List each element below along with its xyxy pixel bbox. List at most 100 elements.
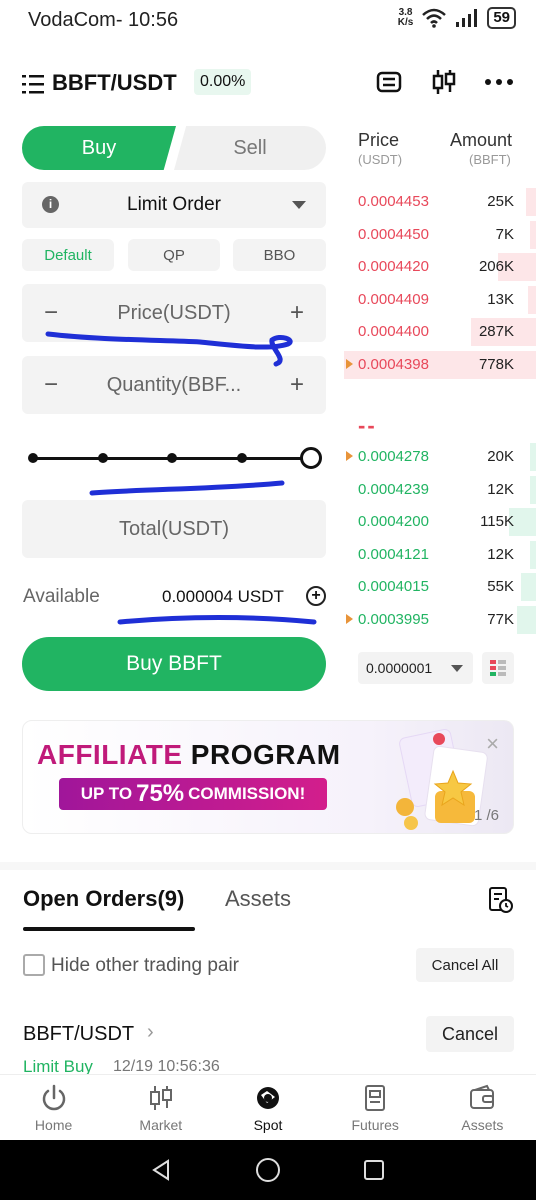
ask-price[interactable]: 0.0004453 (358, 193, 429, 210)
cancel-all-button[interactable]: Cancel All (416, 948, 514, 982)
mode-default-button[interactable]: Default (22, 239, 114, 271)
bid-price[interactable]: 0.0004239 (358, 481, 429, 498)
tick-size-select[interactable]: 0.0000001 (358, 652, 473, 684)
back-icon[interactable] (150, 1158, 174, 1182)
add-funds-icon[interactable]: + (306, 586, 326, 606)
info-icon[interactable]: i (42, 196, 59, 213)
bid-row[interactable]: 0.0004121 12K (344, 539, 536, 571)
pen-annotation-3 (117, 615, 317, 625)
recents-icon[interactable] (362, 1158, 386, 1182)
banner-title: AFFILIATE PROGRAM (37, 739, 341, 770)
nav-futures[interactable]: Futures (322, 1075, 429, 1140)
quantity-increment-button[interactable]: + (290, 371, 304, 399)
banner-page-indicator: 1 /6 (473, 807, 499, 824)
banner-commission-pill: UP TO 75% COMMISSION! (59, 778, 327, 810)
nav-assets[interactable]: Assets (429, 1075, 536, 1140)
ask-price[interactable]: 0.0004398 (358, 356, 429, 373)
ask-row[interactable]: 0.0004450 7K (344, 219, 536, 251)
chevron-right-icon[interactable]: › (147, 1021, 154, 1044)
pen-annotation-1 (45, 331, 293, 367)
bid-price[interactable]: 0.0004121 (358, 546, 429, 563)
ask-price[interactable]: 0.0004420 (358, 258, 429, 275)
bid-row[interactable]: 0.0004239 12K (344, 474, 536, 506)
orderbook-price-header: Price (358, 130, 400, 150)
bid-depth-bar (520, 573, 536, 602)
tab-open-orders[interactable]: Open Orders(9) (23, 886, 184, 912)
bid-row[interactable]: 0.0004200 115K (344, 506, 536, 538)
available-label: Available (23, 586, 100, 607)
ticket-icon[interactable] (376, 70, 402, 94)
bid-row[interactable]: 0.0003995 77K (344, 604, 536, 636)
bid-row[interactable]: 0.0004015 55K (344, 571, 536, 603)
my-order-marker-icon (346, 359, 353, 369)
bid-amount: 20K (487, 448, 514, 465)
order-pair-link[interactable]: BBFT/USDT (23, 1023, 134, 1046)
signal-icon (456, 9, 478, 27)
buy-submit-button[interactable]: Buy BBFT (22, 637, 326, 691)
slider-stop-25[interactable] (98, 453, 108, 463)
my-order-marker-icon (346, 451, 353, 461)
bid-price[interactable]: 0.0004200 (358, 513, 429, 530)
total-input[interactable]: Total(USDT) (22, 500, 326, 558)
mid-price: -- (358, 413, 377, 438)
hide-other-pairs-checkbox[interactable] (23, 954, 45, 976)
more-icon[interactable] (484, 78, 514, 86)
order-type-select[interactable]: i Limit Order (22, 182, 326, 228)
bid-depth-bar (516, 606, 536, 634)
futures-icon (365, 1085, 386, 1111)
ask-depth-bar (528, 285, 536, 314)
price-change-badge: 0.00% (194, 69, 252, 95)
ask-price[interactable]: 0.0004400 (358, 323, 429, 340)
order-history-icon[interactable] (488, 886, 514, 914)
cancel-order-button[interactable]: Cancel (426, 1016, 514, 1052)
tab-assets[interactable]: Assets (225, 886, 291, 912)
spot-icon (257, 1087, 279, 1109)
quantity-decrement-button[interactable]: − (44, 371, 58, 399)
nav-market[interactable]: Market (107, 1075, 214, 1140)
mode-bbo-button[interactable]: BBO (233, 239, 326, 271)
buy-tab[interactable]: Buy (22, 126, 176, 170)
sell-tab[interactable]: Sell (174, 126, 326, 170)
orderbook-layout-button[interactable] (482, 652, 514, 684)
banner-close-icon[interactable]: × (486, 731, 499, 757)
bid-depth-bar (530, 443, 536, 471)
ask-row[interactable]: 0.0004420 206K (344, 251, 536, 283)
section-divider (0, 862, 536, 870)
bid-price[interactable]: 0.0004015 (358, 578, 429, 595)
mode-qp-button[interactable]: QP (128, 239, 220, 271)
bid-amount: 12K (487, 545, 514, 563)
ask-row[interactable]: 0.0004409 13K (344, 284, 536, 316)
orderbook-price-unit: (USDT) (358, 152, 403, 167)
ask-row[interactable]: 0.0004453 25K (344, 186, 536, 218)
chevron-down-icon (292, 201, 306, 209)
ask-price[interactable]: 0.0004450 (358, 226, 429, 243)
home-circle-icon[interactable] (255, 1157, 281, 1183)
layout-icon (490, 660, 506, 676)
bid-row[interactable]: 0.0004278 20K (344, 441, 536, 473)
bid-amount: 77K (487, 611, 514, 628)
slider-stop-50[interactable] (167, 453, 177, 463)
slider-stop-0[interactable] (28, 453, 38, 463)
chevron-down-icon (451, 665, 463, 672)
slider-handle[interactable] (300, 447, 322, 469)
ask-row[interactable]: 0.0004400 287K (344, 316, 536, 348)
bid-price[interactable]: 0.0004278 (358, 448, 429, 465)
quantity-input[interactable]: Quantity(BBF... (107, 374, 242, 397)
ask-depth-bar (526, 188, 536, 216)
slider-stop-75[interactable] (237, 453, 247, 463)
nav-home[interactable]: Home (0, 1075, 107, 1140)
hide-other-pairs-label[interactable]: Hide other trading pair (51, 955, 239, 977)
ask-row[interactable]: 0.0004398 778K (344, 349, 536, 381)
orderbook-amount-unit: (BBFT) (469, 152, 511, 167)
ask-price[interactable]: 0.0004409 (358, 291, 429, 308)
ask-amount: 206K (478, 258, 514, 276)
battery-indicator: 59 (487, 7, 516, 29)
menu-icon[interactable] (22, 73, 46, 95)
nav-spot[interactable]: Spot (214, 1075, 321, 1140)
affiliate-banner[interactable]: AFFILIATE PROGRAM UP TO 75% COMMISSION! … (22, 720, 514, 834)
power-icon (42, 1084, 65, 1111)
candlestick-icon[interactable] (430, 68, 458, 96)
pair-title[interactable]: BBFT/USDT (52, 70, 177, 96)
bottom-navigation: Home Market Spot Futures Assets (0, 1074, 536, 1140)
bid-price[interactable]: 0.0003995 (358, 611, 429, 628)
